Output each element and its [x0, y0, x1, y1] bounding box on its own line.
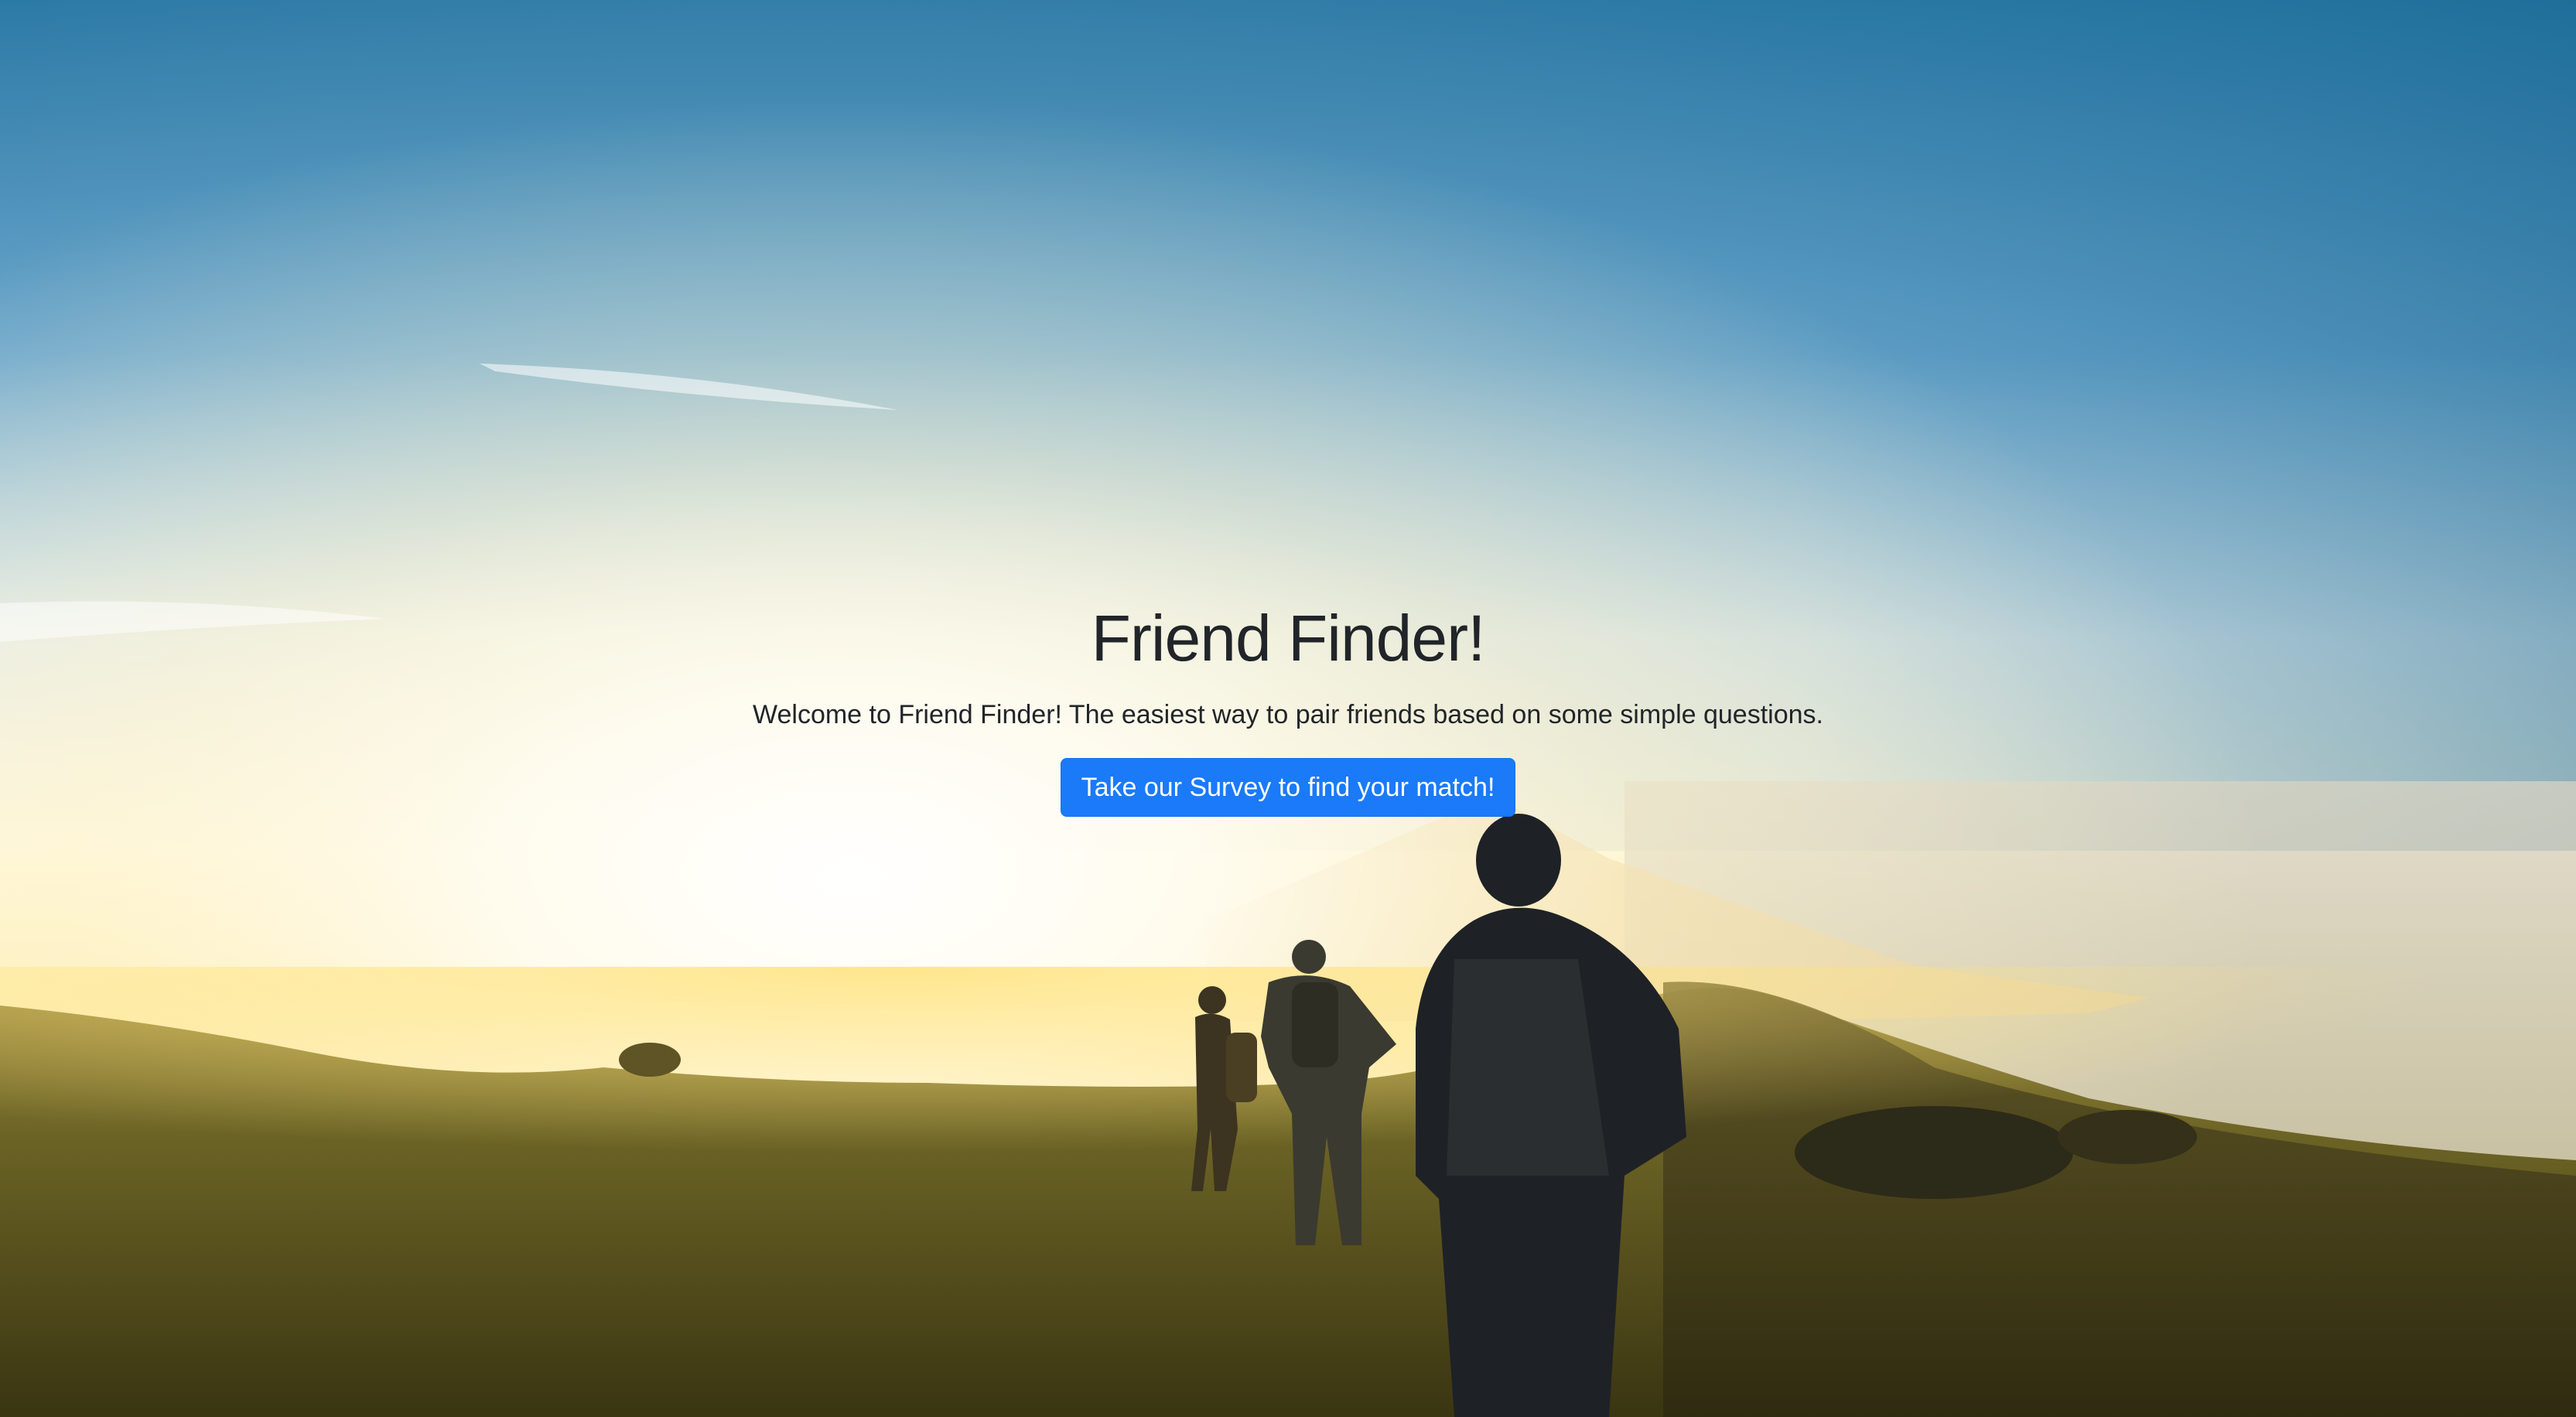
hero-jumbotron: Friend Finder! Welcome to Friend Finder!…	[0, 596, 2576, 817]
page-title: Friend Finder!	[1091, 602, 1486, 674]
take-survey-button[interactable]: Take our Survey to find your match!	[1060, 758, 1516, 817]
hero-lead-text: Welcome to Friend Finder! The easiest wa…	[753, 700, 1823, 729]
